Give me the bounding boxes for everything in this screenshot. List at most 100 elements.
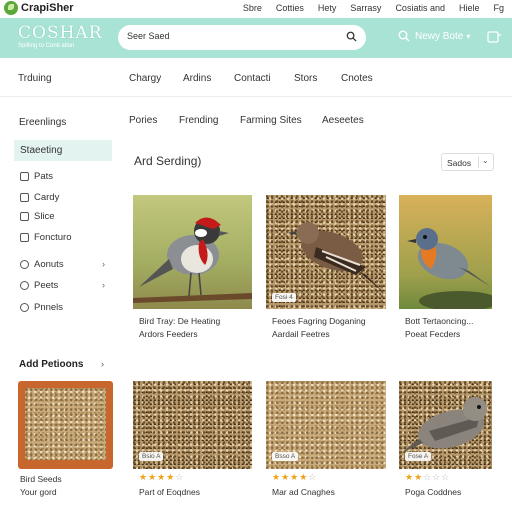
nav-item[interactable]: Ardins <box>183 73 211 84</box>
top-link[interactable]: Hiele <box>459 3 480 13</box>
search-input[interactable]: Seer Saed <box>127 31 170 41</box>
product-image[interactable]: Fose A <box>399 381 492 469</box>
sidebar-section-title[interactable]: Add Petioons <box>19 359 83 370</box>
product-category: Aardail Feetres <box>272 329 330 339</box>
nav-item[interactable]: Stors <box>294 73 317 84</box>
site-header: COSHAR Spilling to Conti ation Seer Saed… <box>0 18 512 58</box>
top-link[interactable]: Cotties <box>276 3 304 13</box>
top-links: Sbre Cotties Hety Sarrasy Cosiatis and H… <box>229 3 504 13</box>
sidebar-item[interactable]: Slice <box>20 209 55 223</box>
product-image[interactable] <box>18 381 113 469</box>
top-link[interactable]: Hety <box>318 3 337 13</box>
top-utility-bar: CrapiSher Sbre Cotties Hety Sarrasy Cosi… <box>0 0 512 18</box>
card-icon <box>20 192 29 202</box>
product-image[interactable]: Fosi 4 <box>266 195 386 309</box>
tag-icon <box>20 171 29 181</box>
product-name[interactable]: Bott Tertaoncing... <box>405 315 473 328</box>
subnav-item[interactable]: Pories <box>129 115 157 126</box>
product-card[interactable]: Bird Seeds Your gord <box>18 381 113 501</box>
sidebar-item-label: Peets <box>34 279 59 291</box>
nav-item[interactable]: Cnotes <box>341 73 373 84</box>
sidebar-item-active[interactable]: Staeeting <box>14 140 112 161</box>
leaf-logo-icon[interactable] <box>4 1 18 15</box>
rating-stars: ★★☆☆☆ <box>405 472 451 482</box>
product-image[interactable]: Bsso A <box>266 381 386 469</box>
product-card[interactable]: Bsso A ★★★★☆ Mar ad Cnaghes <box>266 381 386 501</box>
top-link[interactable]: Sarrasy <box>350 3 381 13</box>
sidebar-item[interactable]: Pats <box>20 169 53 183</box>
divider <box>478 156 479 168</box>
sidebar-item[interactable]: Pnnels <box>20 300 63 314</box>
product-name[interactable]: Mar ad Cnaghes <box>272 486 335 499</box>
nav-item[interactable]: Contacti <box>234 73 271 84</box>
account-label[interactable]: Newy Bote <box>415 31 463 42</box>
sort-label: Sados <box>447 158 472 168</box>
sidebar-item[interactable]: Peets › <box>20 278 105 292</box>
bird-illustration <box>288 222 384 293</box>
brand-name[interactable]: CrapiSher <box>21 2 74 14</box>
product-category: Poeat Fecders <box>405 329 461 339</box>
header-tagline: Spilling to Conti ation <box>18 43 75 49</box>
chevron-right-icon: › <box>102 280 105 290</box>
product-name[interactable]: Bird Tray: De Heating <box>139 315 220 328</box>
product-card[interactable]: Bird Tray: De Heating Ardors Feeders <box>133 195 252 345</box>
sidebar-item[interactable]: Cardy <box>20 190 59 204</box>
product-image[interactable] <box>133 195 252 309</box>
chevron-down-icon: ⌄ <box>482 156 489 165</box>
chevron-right-icon[interactable]: › <box>101 359 104 369</box>
search-icon[interactable] <box>398 30 410 42</box>
main-nav: Trduing Chargy Ardins Contacti Stors Cno… <box>0 73 512 87</box>
product-card[interactable]: Bsio A ★★★★☆ Part of Eoqdnes <box>133 381 252 501</box>
cart-icon[interactable] <box>486 29 502 45</box>
bird-illustration <box>407 228 492 309</box>
sidebar-title: Ereenlings <box>19 117 67 128</box>
subnav-item[interactable]: Farming Sites <box>240 115 302 126</box>
product-card[interactable]: Bott Tertaoncing... Poeat Fecders <box>399 195 492 345</box>
chevron-down-icon[interactable]: ▾ <box>466 32 470 41</box>
sidebar-item[interactable]: Aonuts › <box>20 257 105 271</box>
seed-tray <box>25 388 106 460</box>
top-link[interactable]: Cosiatis and <box>395 3 445 13</box>
product-category: Your gord <box>20 487 57 497</box>
page-title: Ard Serding) <box>134 154 202 168</box>
product-image[interactable] <box>399 195 492 309</box>
circle-icon <box>20 280 29 290</box>
product-category: Ardors Feeders <box>139 329 198 339</box>
product-card[interactable]: Fose A ★★☆☆☆ Poga Coddnes <box>399 381 492 501</box>
sidebar-item[interactable]: Foncturo <box>20 230 72 244</box>
product-badge: Bsso A <box>272 452 299 461</box>
product-name[interactable]: Part of Eoqdnes <box>139 486 200 499</box>
sidebar-item-label: Pnnels <box>34 301 64 313</box>
product-badge: Bsio A <box>139 452 164 461</box>
sidebar-item-label: Staeeting <box>20 145 63 156</box>
product-name[interactable]: Poga Coddnes <box>405 486 461 499</box>
product-card[interactable]: Fosi 4 Feoes Fagring Doganing Aardail Fe… <box>266 195 386 345</box>
sidebar-item-label: Slice <box>34 210 55 222</box>
sidebar-item-label: Foncturo <box>34 231 72 243</box>
nav-item[interactable]: Trduing <box>18 73 52 84</box>
lock-icon <box>20 232 29 242</box>
rating-stars: ★★★★☆ <box>272 472 318 482</box>
nav-item[interactable]: Chargy <box>129 73 161 84</box>
grid-icon <box>20 211 29 221</box>
sidebar-item-label: Pats <box>34 170 54 182</box>
top-link[interactable]: Fg <box>493 3 504 13</box>
circle-icon <box>20 302 29 312</box>
header-logo[interactable]: COSHAR <box>18 23 103 43</box>
sidebar-item-label: Cardy <box>34 191 60 203</box>
product-badge: Fosi 4 <box>272 293 296 302</box>
subnav-item[interactable]: Frending <box>179 115 218 126</box>
product-name[interactable]: Feoes Fagring Doganing <box>272 315 366 328</box>
divider <box>0 96 512 97</box>
product-name[interactable]: Bird Seeds <box>20 473 62 486</box>
search-bar[interactable]: Seer Saed <box>118 25 366 50</box>
sort-dropdown[interactable]: Sados ⌄ <box>441 153 494 171</box>
subnav-item[interactable]: Aeseetes <box>322 115 364 126</box>
search-icon[interactable] <box>346 31 357 42</box>
chevron-right-icon: › <box>102 259 105 269</box>
bird-illustration <box>133 217 252 303</box>
top-link[interactable]: Sbre <box>243 3 262 13</box>
sidebar-item-label: Aonuts <box>34 258 64 270</box>
product-image[interactable]: Bsio A <box>133 381 252 469</box>
account-menu[interactable]: Newy Bote ▾ <box>398 30 470 42</box>
